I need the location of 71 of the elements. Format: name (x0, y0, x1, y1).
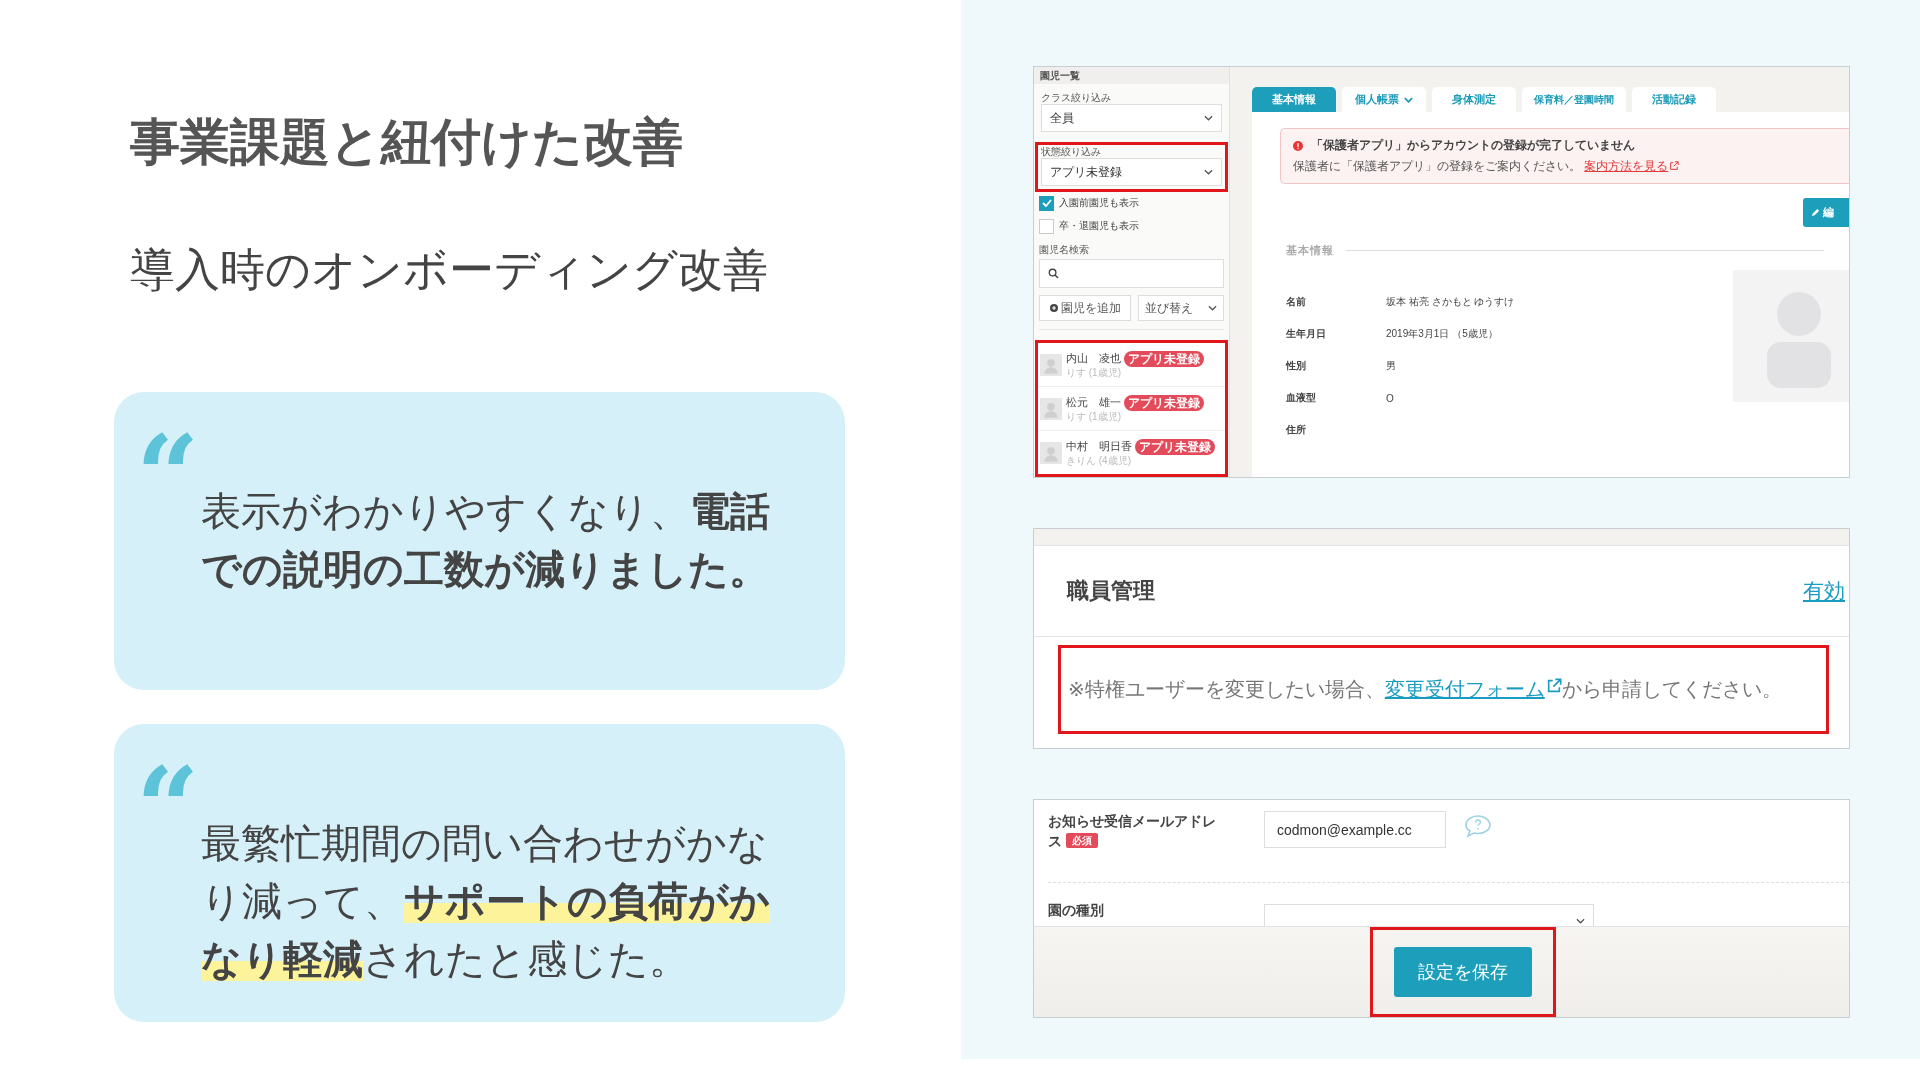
sidebar-header: 園児一覧 (1034, 67, 1229, 84)
tab[interactable]: 身体測定 (1432, 87, 1516, 112)
class-label: きりん (4歳児) (1066, 454, 1132, 467)
header-link[interactable]: 有効 (1803, 577, 1845, 605)
alert-message: 保護者に「保護者アプリ」の登録をご案内ください。 案内方法を見る (1293, 158, 1837, 175)
chevron-icon (1404, 96, 1413, 103)
tab[interactable]: 活動記録 (1632, 87, 1716, 112)
search-icon (1048, 268, 1059, 280)
chevron-icon (1204, 115, 1213, 121)
external-link-icon (1545, 678, 1562, 694)
field-label: 住所 (1286, 423, 1307, 437)
save-button[interactable]: 設定を保存 (1393, 947, 1532, 997)
checkbox[interactable] (1039, 195, 1054, 211)
alert-icon (1293, 140, 1303, 151)
plus-icon (1049, 304, 1058, 312)
class-label: りす (1歳児) (1066, 410, 1122, 423)
status-badge: アプリ未登録 (1135, 438, 1215, 455)
child-name: 中村 明日香 (1066, 439, 1132, 454)
page-heading: 職員管理 (1067, 577, 1155, 605)
tab[interactable]: 個人帳票 (1342, 87, 1426, 112)
edit-button[interactable]: 編 (1803, 198, 1849, 227)
avatar-icon (1040, 353, 1062, 376)
avatar-icon (1040, 441, 1062, 464)
email-field[interactable]: codmon@example.cc (1264, 811, 1446, 848)
pencil-icon (1811, 208, 1820, 217)
status-badge: アプリ未登録 (1124, 394, 1204, 411)
slide-title: 事業課題と紐付けた改善 (130, 113, 684, 172)
field-label: 血液型 (1286, 391, 1317, 405)
checkbox-label: 卒・退園児も表示 (1059, 219, 1139, 234)
field-label: 生年月日 (1286, 327, 1327, 341)
avatar-icon (1040, 397, 1062, 420)
child-list-item[interactable]: 中村 明日香 アプリ未登録 きりん (4歳児) (1038, 431, 1225, 474)
add-child-button[interactable]: 園児を追加 (1039, 295, 1131, 321)
guide-link[interactable]: 案内方法を見る (1584, 159, 1680, 173)
status-badge: アプリ未登録 (1124, 350, 1204, 367)
child-list-item[interactable]: 内山 凌也 アプリ未登録 りす (1歳児) (1038, 343, 1225, 387)
search-field[interactable] (1039, 259, 1224, 288)
tab[interactable]: 保育料／登園時間 (1522, 87, 1626, 112)
field-value: O (1386, 392, 1394, 404)
slide-subtitle: 導入時のオンボーディング改善 (130, 243, 769, 297)
field-label: 園の種別 (1048, 902, 1105, 920)
chevron-icon (1208, 305, 1217, 311)
chevron-icon (1576, 918, 1585, 924)
chevron-icon (1204, 169, 1213, 175)
field-value: 2019年3月1日 （5歳児） (1386, 327, 1498, 341)
tab[interactable]: 基本情報 (1252, 87, 1336, 112)
field-label: 園児名検索 (1039, 243, 1090, 257)
child-list-item[interactable]: 松元 雄一 アプリ未登録 りす (1歳児) (1038, 387, 1225, 431)
class-label: りす (1歳児) (1066, 366, 1122, 379)
field-value: 男 (1386, 359, 1396, 373)
select-field[interactable]: 全員 (1041, 104, 1222, 132)
section-title: 基本情報 (1286, 243, 1334, 258)
field-label: 名前 (1286, 295, 1307, 309)
field-label: クラス絞り込み (1041, 91, 1112, 104)
notice-text: ※特権ユーザーを変更したい場合、変更受付フォーム から申請してください。 (1068, 677, 1782, 702)
alert-title: 「保護者アプリ」からアカウントの登録が完了していません (1311, 137, 1635, 154)
child-name: 内山 凌也 (1066, 351, 1121, 366)
check-icon (1041, 199, 1052, 208)
checkbox[interactable] (1039, 218, 1054, 234)
help-icon (1464, 814, 1492, 838)
child-name: 松元 雄一 (1066, 395, 1121, 410)
select-field[interactable]: アプリ未登録 (1041, 158, 1222, 186)
form-link[interactable]: 変更受付フォーム (1384, 678, 1562, 700)
checkbox-label: 入園前園児も表示 (1059, 196, 1139, 211)
external-link-icon (1669, 161, 1680, 171)
field-label: 性別 (1286, 359, 1307, 373)
field-label: 状態絞り込み (1041, 145, 1102, 158)
sort-select[interactable]: 並び替え (1138, 295, 1224, 321)
field-value: 坂本 祐亮 さかもと ゆうすけ (1386, 295, 1515, 309)
field-label: お知らせ受信メールアドレス 必須 (1048, 812, 1217, 851)
quote-text: 表示がわかりやすくなり、電話での説明の工数が減りました。 (201, 488, 772, 593)
